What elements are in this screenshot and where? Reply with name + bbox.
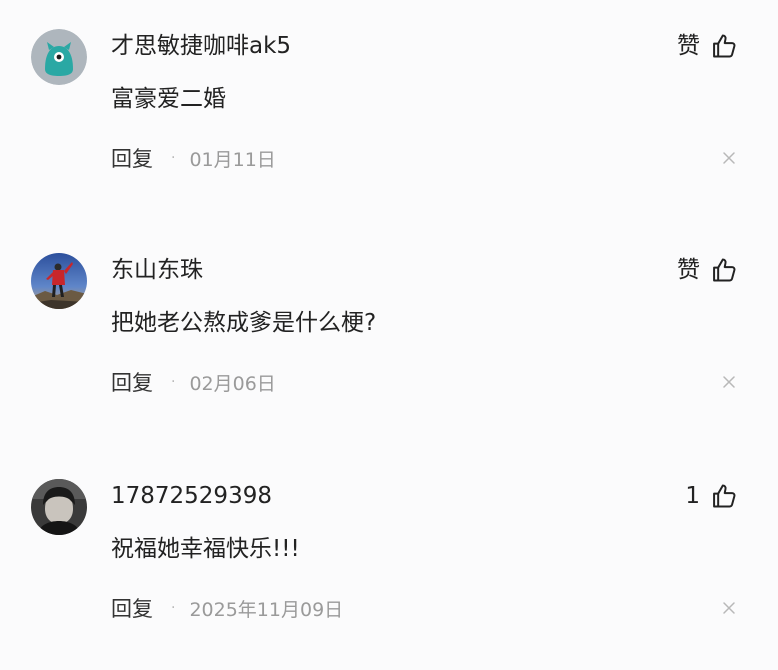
like-button[interactable]: 1 [685,479,738,513]
like-label: 赞 [677,33,700,59]
like-label: 赞 [677,257,700,283]
avatar[interactable] [31,253,87,309]
comment-text: 把她老公熬成爹是什么梗? [111,310,377,336]
close-icon[interactable] [722,151,736,165]
username[interactable]: 东山东珠 [111,254,203,286]
comment-text: 富豪爱二婚 [111,86,226,112]
separator-dot: · [171,374,176,390]
comment-item: 东山东珠 赞 把她老公熬成爹是什么梗? 回复 · 02月06日 [0,224,778,444]
comment-date: 02月06日 [189,372,276,395]
comment-date: 2025年11月09日 [189,598,344,621]
comment-item: 才思敏捷咖啡ak5 赞 富豪爱二婚 回复 · 01月11日 [0,0,778,220]
reply-button[interactable]: 回复 [111,593,153,623]
dark-portrait-avatar-icon [31,479,87,535]
close-icon[interactable] [722,375,736,389]
comment-meta: 回复 · 01月11日 [111,143,276,173]
username[interactable]: 17872529398 [111,480,272,512]
thumbs-up-icon [713,258,736,282]
avatar[interactable] [31,29,87,85]
like-button[interactable]: 赞 [677,29,738,63]
person-red-jacket-avatar-icon [31,253,87,309]
close-icon[interactable] [722,601,736,615]
comment-date: 01月11日 [189,148,276,171]
separator-dot: · [171,150,176,166]
separator-dot: · [171,600,176,616]
avatar[interactable] [31,479,87,535]
like-count: 1 [685,483,700,509]
comment-meta: 回复 · 2025年11月09日 [111,593,343,623]
reply-button[interactable]: 回复 [111,143,153,173]
comment-text: 祝福她幸福快乐!!! [111,536,300,562]
cartoon-teal-avatar-icon [31,29,87,85]
username[interactable]: 才思敏捷咖啡ak5 [111,30,291,62]
thumbs-up-icon [713,34,736,58]
comment-item: 17872529398 1 祝福她幸福快乐!!! 回复 · 2025年11月09… [0,450,778,670]
comment-meta: 回复 · 02月06日 [111,367,276,397]
reply-button[interactable]: 回复 [111,367,153,397]
thumbs-up-icon [713,484,736,508]
like-button[interactable]: 赞 [677,253,738,287]
